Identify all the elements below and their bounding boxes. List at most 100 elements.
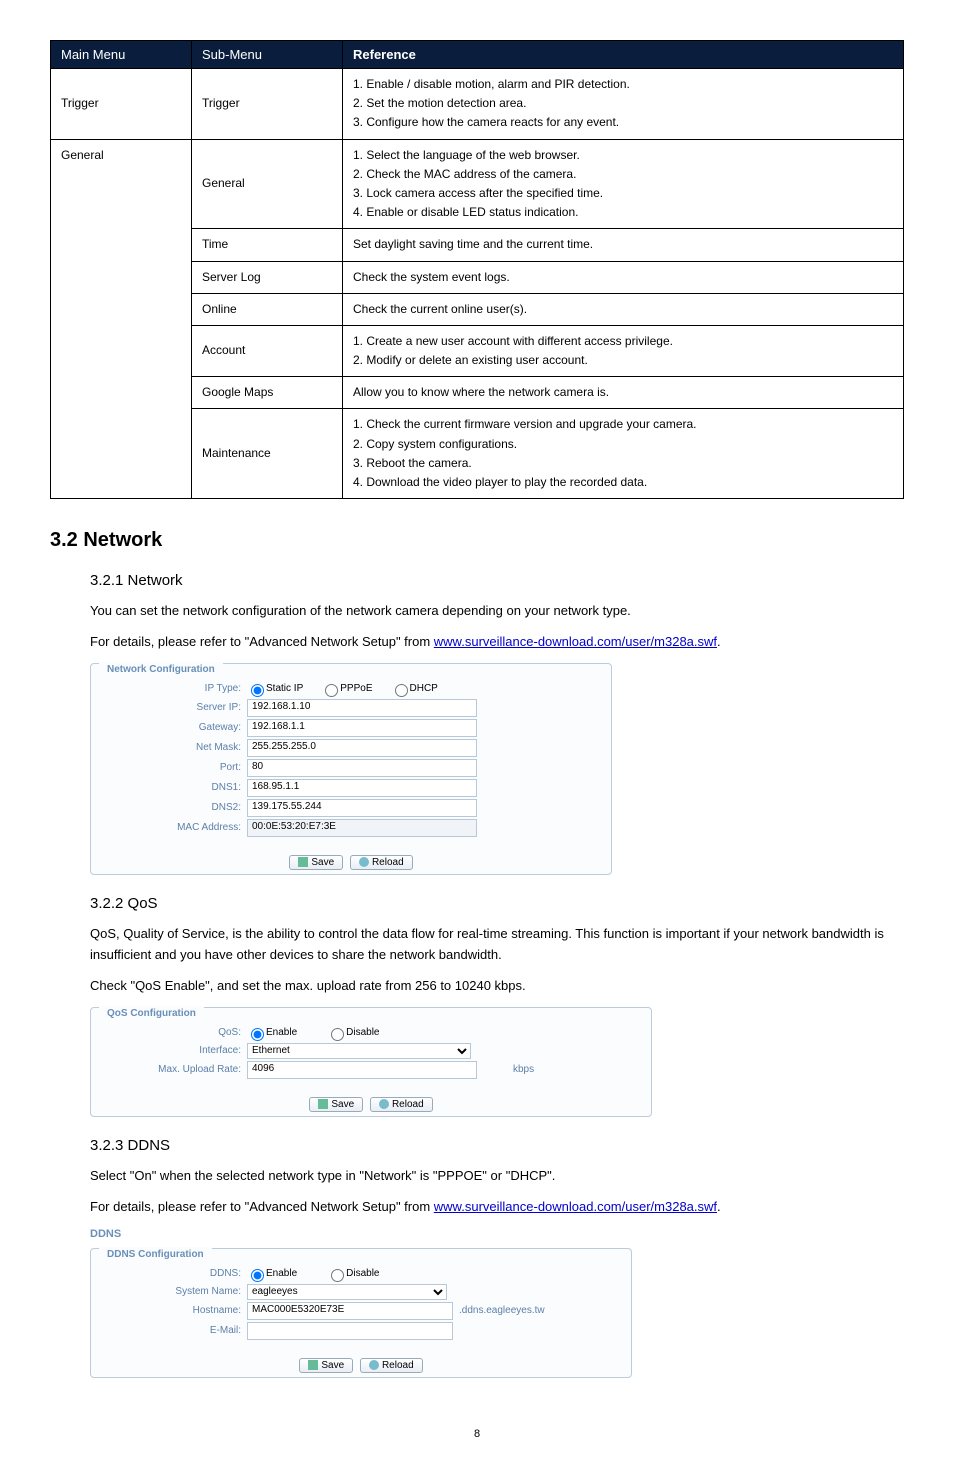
cell-ref: Set daylight saving time and the current… <box>343 229 904 261</box>
para-qos-2: Check "QoS Enable", and set the max. upl… <box>90 976 904 997</box>
radio-label: Static IP <box>266 683 303 694</box>
save-button[interactable]: Save <box>299 1358 353 1373</box>
main-menu-table: Main Menu Sub-Menu Reference Trigger Tri… <box>50 40 904 499</box>
para-netcfg-intro: You can set the network configuration of… <box>90 601 904 622</box>
subheading-network: 3.2.1 Network <box>90 572 904 589</box>
btn-label: Reload <box>392 1099 424 1110</box>
reload-button[interactable]: Reload <box>350 855 413 870</box>
save-button[interactable]: Save <box>309 1097 363 1112</box>
hostname-label: Hostname: <box>101 1305 247 1316</box>
save-button[interactable]: Save <box>289 855 343 870</box>
cell-sub: Online <box>192 293 343 325</box>
ddns-enable-radio[interactable] <box>251 1269 264 1282</box>
interface-label: Interface: <box>101 1045 247 1056</box>
radio-label: Disable <box>346 1027 379 1038</box>
port-label: Port: <box>101 762 247 773</box>
netmask-input[interactable]: 255.255.255.0 <box>247 739 477 757</box>
cell-ref: 1. Create a new user account with differ… <box>343 325 904 376</box>
cell-sub: Trigger <box>192 69 343 140</box>
maxrate-label: Max. Upload Rate: <box>101 1064 247 1075</box>
cell-main: Trigger <box>51 69 192 140</box>
para-netcfg-link: For details, please refer to "Advanced N… <box>90 632 904 653</box>
heading-network: 3.2 Network <box>50 529 904 552</box>
ddns-label: DDNS: <box>101 1268 247 1279</box>
legend: DDNS Configuration <box>99 1247 212 1260</box>
table-row: Trigger Trigger 1. Enable / disable moti… <box>51 69 904 140</box>
btn-label: Save <box>311 857 334 868</box>
reload-icon <box>359 857 369 867</box>
cell-sub: General <box>192 139 343 229</box>
qos-label: QoS: <box>101 1027 247 1038</box>
save-icon <box>298 857 308 867</box>
cell-sub: Google Maps <box>192 377 343 409</box>
cell-sub: Time <box>192 229 343 261</box>
hostname-input[interactable]: MAC000E5320E73E <box>247 1302 453 1320</box>
reload-icon <box>369 1360 379 1370</box>
radio-label: DHCP <box>410 683 438 694</box>
cell-main: General <box>51 139 192 499</box>
interface-select[interactable]: Ethernet <box>247 1043 471 1059</box>
radio-label: PPPoE <box>340 683 372 694</box>
sysname-select[interactable]: eagleeyes <box>247 1284 447 1300</box>
th-main-menu: Main Menu <box>51 41 192 69</box>
text: For details, please refer to "Advanced N… <box>90 634 434 649</box>
legend: Network Configuration <box>99 662 223 675</box>
radio-label: Enable <box>266 1268 297 1279</box>
radio-label: Enable <box>266 1027 297 1038</box>
reload-button[interactable]: Reload <box>370 1097 433 1112</box>
cell-ref: Check the current online user(s). <box>343 293 904 325</box>
email-input[interactable] <box>247 1322 453 1340</box>
reload-button[interactable]: Reload <box>360 1358 423 1373</box>
para-qos-1: QoS, Quality of Service, is the ability … <box>90 924 904 966</box>
cell-ref: 1. Check the current firmware version an… <box>343 409 904 499</box>
mac-label: MAC Address: <box>101 822 247 833</box>
hostname-suffix: .ddns.eagleeyes.tw <box>453 1305 545 1316</box>
text: . <box>717 634 721 649</box>
qos-disable-radio[interactable] <box>331 1028 344 1041</box>
unit-label: kbps <box>507 1064 534 1075</box>
th-reference: Reference <box>343 41 904 69</box>
cell-sub: Account <box>192 325 343 376</box>
iptype-static-radio[interactable] <box>251 684 264 697</box>
network-config-panel: Network Configuration IP Type: Static IP… <box>90 663 612 876</box>
iptype-dhcp-radio[interactable] <box>395 684 408 697</box>
cell-ref: Check the system event logs. <box>343 261 904 293</box>
btn-label: Reload <box>372 857 404 868</box>
table-row: General General 1. Select the language o… <box>51 139 904 229</box>
dns2-input[interactable]: 139.175.55.244 <box>247 799 477 817</box>
radio-label: Disable <box>346 1268 379 1279</box>
advanced-setup-link[interactable]: www.surveillance-download.com/user/m328a… <box>434 1199 717 1214</box>
subheading-ddns: 3.2.3 DDNS <box>90 1137 904 1154</box>
gateway-input[interactable]: 192.168.1.1 <box>247 719 477 737</box>
cell-ref: Allow you to know where the network came… <box>343 377 904 409</box>
email-label: E-Mail: <box>101 1325 247 1336</box>
qos-config-panel: QoS Configuration QoS: Enable Disable In… <box>90 1007 652 1118</box>
sysname-label: System Name: <box>101 1286 247 1297</box>
serverip-label: Server IP: <box>101 702 247 713</box>
text: For details, please refer to "Advanced N… <box>90 1199 434 1214</box>
dns1-input[interactable]: 168.95.1.1 <box>247 779 477 797</box>
maxrate-input[interactable]: 4096 <box>247 1061 477 1079</box>
text: . <box>717 1199 721 1214</box>
subheading-qos: 3.2.2 QoS <box>90 895 904 912</box>
port-input[interactable]: 80 <box>247 759 477 777</box>
iptype-pppoe-radio[interactable] <box>325 684 338 697</box>
advanced-setup-link[interactable]: www.surveillance-download.com/user/m328a… <box>434 634 717 649</box>
gateway-label: Gateway: <box>101 722 247 733</box>
netmask-label: Net Mask: <box>101 742 247 753</box>
ddns-disable-radio[interactable] <box>331 1269 344 1282</box>
ddns-title: DDNS <box>50 1228 904 1240</box>
btn-label: Reload <box>382 1360 414 1371</box>
page-number: 8 <box>50 1428 904 1440</box>
para-ddns-1: Select "On" when the selected network ty… <box>90 1166 904 1187</box>
cell-ref: 1. Select the language of the web browse… <box>343 139 904 229</box>
reload-icon <box>379 1099 389 1109</box>
para-ddns-2: For details, please refer to "Advanced N… <box>90 1197 904 1218</box>
th-sub-menu: Sub-Menu <box>192 41 343 69</box>
serverip-input[interactable]: 192.168.1.10 <box>247 699 477 717</box>
save-icon <box>308 1360 318 1370</box>
legend: QoS Configuration <box>99 1006 204 1019</box>
mac-value: 00:0E:53:20:E7:3E <box>247 819 477 837</box>
cell-ref: 1. Enable / disable motion, alarm and PI… <box>343 69 904 140</box>
qos-enable-radio[interactable] <box>251 1028 264 1041</box>
